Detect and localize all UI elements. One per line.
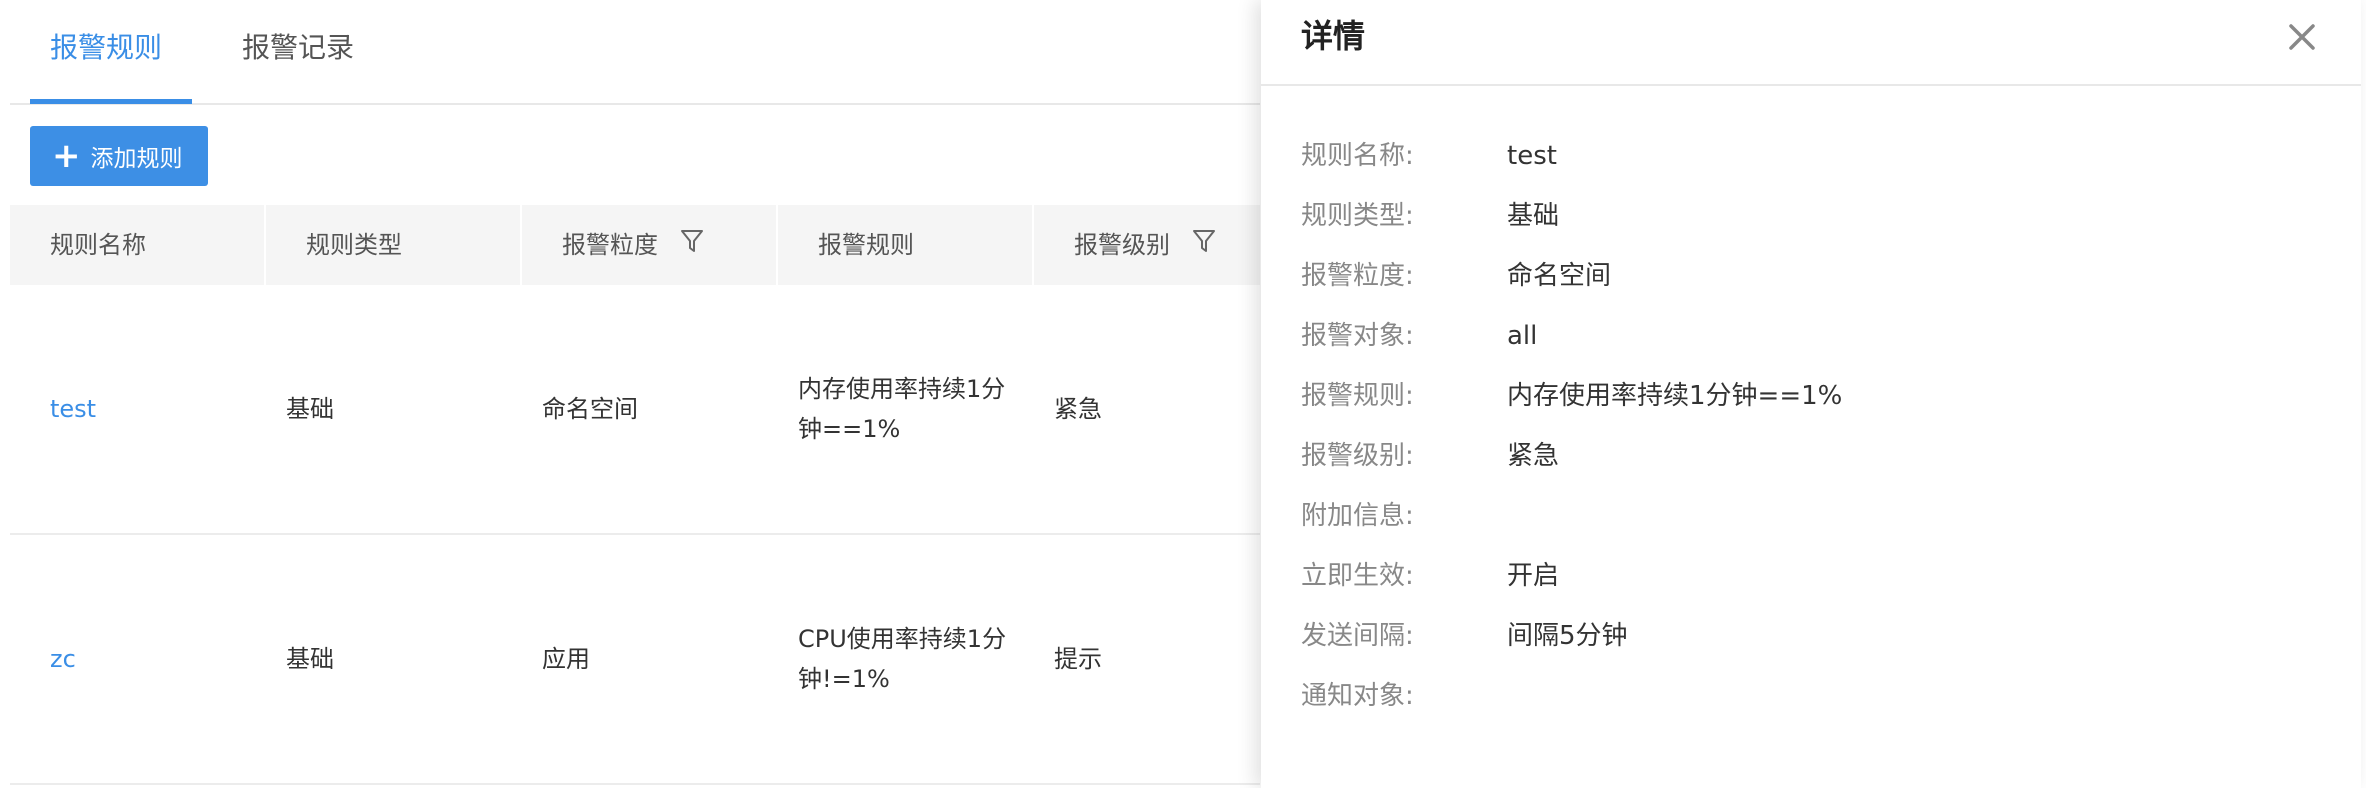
filter-icon[interactable]: [680, 206, 704, 286]
granularity-cell: 应用: [542, 645, 590, 673]
details-drawer: 详情 规则名称: test 规则类型: 基础 报警粒度: 命名空间 报警对象: …: [1261, 0, 2361, 788]
column-header-rule-type: 规则类型: [266, 205, 522, 285]
detail-label: 发送间隔:: [1301, 621, 1414, 651]
table-row: test 基础 命名空间 内存使用率持续1分 钟==1% 紧急: [10, 285, 1260, 535]
detail-value: 基础: [1507, 201, 1560, 231]
detail-label: 规则类型:: [1301, 201, 1414, 231]
granularity-cell: 命名空间: [542, 395, 638, 423]
plus-icon: +: [52, 136, 81, 176]
rule-type-cell: 基础: [286, 395, 334, 423]
detail-value: 开启: [1507, 561, 1560, 591]
alert-rule-cell: CPU使用率持续1分 钟!=1%: [798, 625, 1007, 693]
detail-value: all: [1507, 321, 1538, 351]
detail-value: 间隔5分钟: [1507, 621, 1628, 651]
detail-label: 附加信息:: [1301, 501, 1414, 531]
column-header-rule-name: 规则名称: [10, 205, 266, 285]
filter-icon[interactable]: [1192, 206, 1216, 286]
tab-bar: 报警规则 报警记录: [10, 0, 1260, 105]
rule-type-cell: 基础: [286, 645, 334, 673]
detail-label: 报警对象:: [1301, 321, 1414, 351]
detail-label: 通知对象:: [1301, 681, 1414, 711]
column-header-alert-level: 报警级别: [1034, 205, 1260, 285]
drawer-header: 详情: [1261, 0, 2361, 86]
rule-name-link[interactable]: zc: [50, 535, 76, 783]
detail-value: 内存使用率持续1分钟==1%: [1507, 381, 1843, 411]
drawer-title: 详情: [1301, 17, 1366, 55]
detail-label: 报警粒度:: [1301, 261, 1414, 291]
column-header-alert-rule: 报警规则: [778, 205, 1034, 285]
active-tab-indicator: [30, 99, 192, 104]
detail-value: 紧急: [1507, 441, 1560, 471]
detail-value: test: [1507, 141, 1557, 171]
detail-value: 命名空间: [1507, 261, 1612, 291]
rule-name-link[interactable]: test: [50, 285, 96, 533]
column-header-granularity: 报警粒度: [522, 205, 778, 285]
detail-label: 规则名称:: [1301, 141, 1414, 171]
detail-label: 报警级别:: [1301, 441, 1414, 471]
add-rule-button[interactable]: + 添加规则: [30, 126, 208, 186]
alert-level-cell: 紧急: [1054, 395, 1102, 423]
rules-table: 规则名称 规则类型 报警粒度 报警规则 报警级别 test 基础 命名空间 内存…: [10, 205, 1260, 785]
tab-alert-records[interactable]: 报警记录: [242, 26, 354, 70]
detail-label: 立即生效:: [1301, 561, 1414, 591]
detail-label: 报警规则:: [1301, 381, 1414, 411]
table-header: 规则名称 规则类型 报警粒度 报警规则 报警级别: [10, 205, 1260, 285]
table-row: zc 基础 应用 CPU使用率持续1分 钟!=1% 提示: [10, 535, 1260, 785]
tab-alert-rules[interactable]: 报警规则: [50, 26, 162, 70]
alert-rule-cell: 内存使用率持续1分 钟==1%: [798, 375, 1006, 443]
close-icon[interactable]: [2285, 20, 2319, 54]
add-rule-label: 添加规则: [90, 146, 183, 172]
alert-level-cell: 提示: [1054, 645, 1102, 673]
